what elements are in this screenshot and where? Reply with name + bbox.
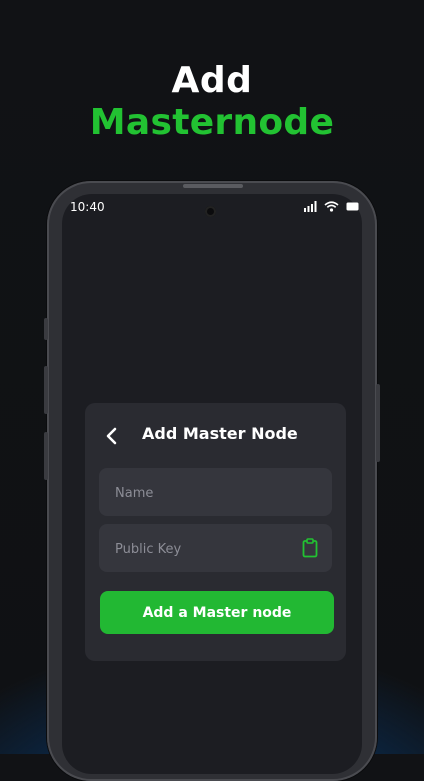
add-master-node-button[interactable]: Add a Master node [100, 591, 334, 634]
card-title: Add Master Node [142, 424, 298, 443]
speaker-grille [183, 184, 243, 188]
name-input[interactable] [113, 468, 297, 518]
wifi-icon [324, 201, 339, 212]
mute-button [44, 318, 48, 340]
status-time: 10:40 [70, 200, 105, 214]
headline-add: Add [171, 60, 253, 101]
power-button [376, 384, 380, 462]
battery-icon [346, 202, 359, 211]
headline-masternode: Masternode [89, 102, 335, 143]
clipboard-paste-icon[interactable] [302, 538, 318, 558]
volume-down-button [44, 432, 48, 480]
signal-icon [304, 201, 317, 212]
back-arrow-icon[interactable] [101, 424, 123, 448]
front-camera [205, 206, 216, 217]
volume-up-button [44, 366, 48, 414]
public-key-input[interactable] [113, 524, 297, 574]
name-field[interactable] [99, 468, 332, 518]
public-key-field[interactable] [99, 524, 332, 574]
